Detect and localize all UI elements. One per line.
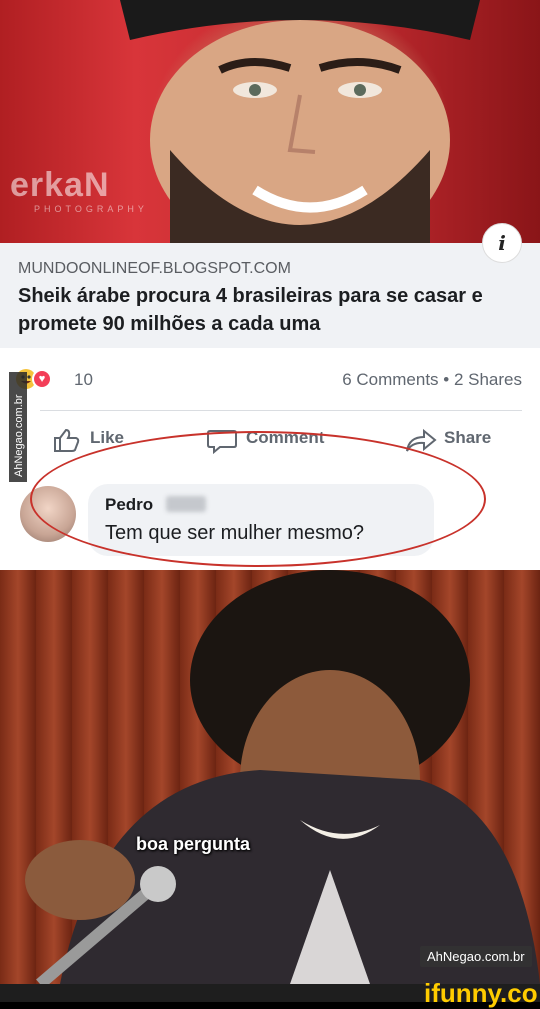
ifunny-logo: ifunny.co bbox=[424, 978, 538, 1008]
meme-watermark: AhNegao.com.br bbox=[420, 946, 532, 967]
reaction-count[interactable]: 10 bbox=[74, 370, 93, 390]
photo-watermark: erkaN bbox=[10, 166, 110, 204]
action-divider bbox=[40, 410, 522, 411]
side-watermark: AhNegao.com.br bbox=[6, 372, 32, 482]
thumbs-up-icon bbox=[54, 428, 80, 452]
share-label[interactable]: Share bbox=[444, 428, 491, 448]
like-button[interactable] bbox=[52, 427, 82, 458]
link-domain: MUNDOONLINEOF.BLOGSPOT.COM bbox=[18, 260, 291, 277]
photo-watermark-sub: PHOTOGRAPHY bbox=[34, 204, 148, 214]
link-headline[interactable]: Sheik árabe procura 4 brasileiras para s… bbox=[18, 282, 528, 338]
pointing-man-illustration bbox=[25, 570, 540, 984]
reaction-meme-photo bbox=[0, 570, 540, 984]
side-watermark-text: AhNegao.com.br bbox=[13, 394, 25, 477]
comments-shares-count[interactable]: 6 Comments • 2 Shares bbox=[300, 370, 522, 390]
red-circle-annotation bbox=[30, 431, 486, 567]
love-reaction-icon: ♥ bbox=[32, 369, 52, 389]
info-button[interactable]: i bbox=[482, 223, 522, 263]
meme-caption: boa pergunta bbox=[136, 834, 251, 854]
